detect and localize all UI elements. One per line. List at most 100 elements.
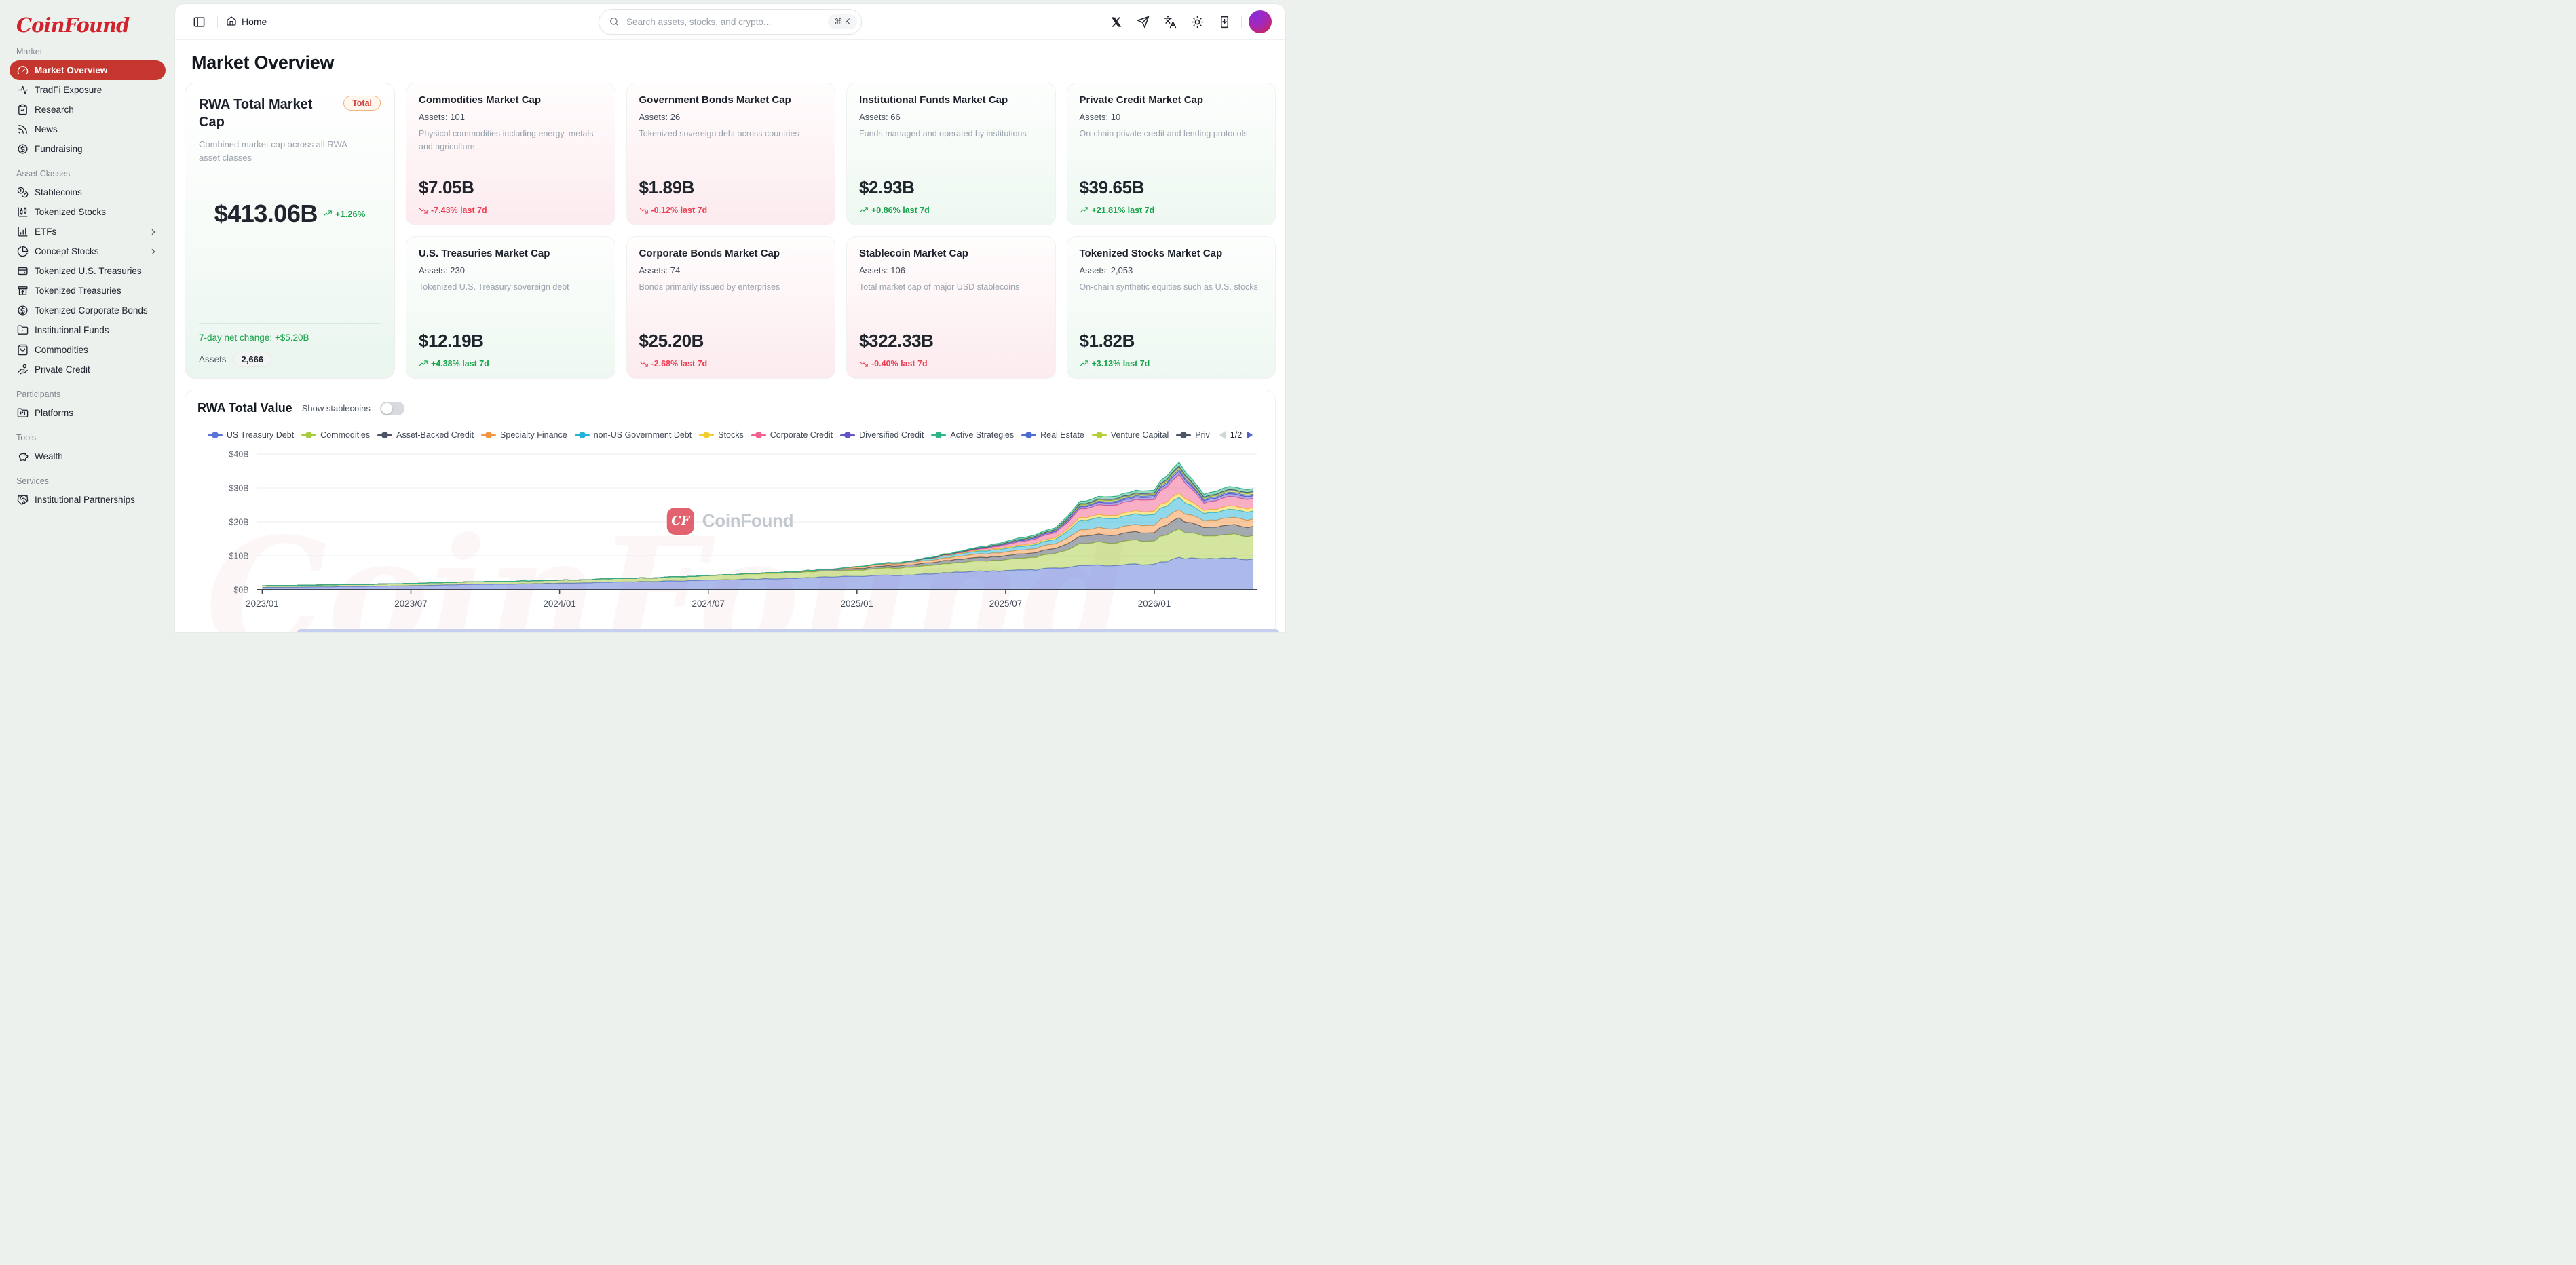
smartphone-download-button[interactable] — [1214, 12, 1234, 32]
trend-up-icon — [419, 359, 428, 369]
sidebar-item-institutional-partnerships[interactable]: Institutional Partnerships — [10, 490, 166, 510]
svg-text:2025/01: 2025/01 — [841, 599, 873, 609]
main-panel: Home ⌘ K Market Overview RWA Total Marke… — [175, 4, 1285, 632]
stat-card-u-s-treasuries-market-cap[interactable]: U.S. Treasuries Market CapAssets: 230Tok… — [406, 236, 615, 379]
stat-card-description: On-chain synthetic equities such as U.S.… — [1080, 281, 1264, 294]
stat-card-commodities-market-cap[interactable]: Commodities Market CapAssets: 101Physica… — [406, 83, 615, 225]
search-bar[interactable]: ⌘ K — [599, 9, 862, 35]
legend-item-non-us-government-debt[interactable]: non-US Government Debt — [575, 430, 692, 440]
piggy-bank-icon — [17, 451, 29, 462]
sidebar-item-stablecoins[interactable]: Stablecoins — [10, 183, 166, 202]
legend-item-real-estate[interactable]: Real Estate — [1021, 430, 1084, 440]
show-stablecoins-label: Show stablecoins — [302, 403, 371, 413]
chevron-right-icon — [149, 227, 158, 237]
show-stablecoins-toggle[interactable] — [380, 402, 404, 415]
svg-text:2025/07: 2025/07 — [989, 599, 1022, 609]
hero-card-change: +1.26% — [335, 209, 365, 219]
stat-card-change-text: -7.43% last 7d — [431, 206, 487, 215]
circle-dollar-icon — [17, 305, 29, 316]
stat-card-change-text: +3.13% last 7d — [1092, 359, 1150, 369]
legend-item-corporate-credit[interactable]: Corporate Credit — [751, 430, 833, 440]
stat-card-private-credit-market-cap[interactable]: Private Credit Market CapAssets: 10On-ch… — [1067, 83, 1276, 225]
trend-up-icon — [859, 206, 869, 215]
coins-icon — [17, 187, 29, 198]
circle-dollar-icon — [17, 143, 29, 155]
send-button[interactable] — [1133, 12, 1153, 32]
sidebar-item-news[interactable]: News — [10, 119, 166, 139]
sidebar-item-etfs[interactable]: ETFs — [10, 222, 166, 242]
topbar-divider — [217, 16, 218, 28]
sidebar-item-concept-stocks[interactable]: Concept Stocks — [10, 242, 166, 261]
sidebar-item-research[interactable]: Research — [10, 100, 166, 119]
legend-item-asset-backed-credit[interactable]: Asset-Backed Credit — [377, 430, 474, 440]
legend-item-specialty-finance[interactable]: Specialty Finance — [481, 430, 567, 440]
rwa-total-market-cap-card[interactable]: RWA Total Market Cap Total Combined mark… — [185, 83, 395, 379]
sidebar-item-label: Research — [35, 105, 74, 115]
hero-assets-label: Assets — [199, 354, 227, 364]
svg-text:$30B: $30B — [229, 483, 249, 493]
sidebar-item-tokenized-u-s-treasuries[interactable]: Tokenized U.S. Treasuries — [10, 261, 166, 281]
hero-card-title: RWA Total Market Cap — [199, 96, 321, 131]
stat-card-value: $39.65B — [1080, 177, 1264, 198]
languages-button[interactable] — [1160, 12, 1180, 32]
stacked-area-chart: $0B$10B$20B$30B$40B2023/012023/072024/01… — [197, 449, 1263, 620]
search-shortcut-badge: ⌘ K — [828, 14, 857, 29]
legend-prev-button[interactable] — [1219, 431, 1226, 439]
stat-card-institutional-funds-market-cap[interactable]: Institutional Funds Market CapAssets: 66… — [846, 83, 1056, 225]
stat-card-change: +0.86% last 7d — [859, 206, 1043, 215]
stat-card-change-text: +0.86% last 7d — [871, 206, 930, 215]
x-logo-button[interactable] — [1105, 12, 1126, 32]
horizontal-scrollbar[interactable] — [297, 629, 1279, 632]
breadcrumb-home[interactable]: Home — [226, 16, 267, 29]
legend-item-us-treasury-debt[interactable]: US Treasury Debt — [208, 430, 294, 440]
sidebar-item-tradfi-exposure[interactable]: TradFi Exposure — [10, 80, 166, 100]
shopping-bag-icon — [17, 344, 29, 356]
stat-card-change-text: -0.12% last 7d — [651, 206, 708, 215]
stat-card-description: Physical commodities including energy, m… — [419, 128, 603, 153]
legend-label: Priv — [1195, 430, 1210, 440]
sidebar-item-tokenized-treasuries[interactable]: Tokenized Treasuries — [10, 281, 166, 301]
legend-item-active-strategies[interactable]: Active Strategies — [931, 430, 1014, 440]
legend-next-button[interactable] — [1247, 431, 1253, 439]
candlestick-icon — [17, 206, 29, 218]
page-title: Market Overview — [191, 52, 1269, 73]
legend-item-stocks[interactable]: Stocks — [699, 430, 744, 440]
sidebar-item-institutional-funds[interactable]: Institutional Funds — [10, 320, 166, 340]
user-avatar[interactable] — [1249, 10, 1272, 33]
stat-card-tokenized-stocks-market-cap[interactable]: Tokenized Stocks Market CapAssets: 2,053… — [1067, 236, 1276, 379]
legend-item-diversified-credit[interactable]: Diversified Credit — [840, 430, 924, 440]
sidebar-item-tokenized-corporate-bonds[interactable]: Tokenized Corporate Bonds — [10, 301, 166, 320]
coinfound-logo[interactable]: CoinFound — [16, 14, 166, 37]
clipboard-check-icon — [17, 104, 29, 115]
svg-text:$0B: $0B — [233, 585, 248, 594]
legend-item-venture-capital[interactable]: Venture Capital — [1092, 430, 1169, 440]
sidebar-item-fundraising[interactable]: Fundraising — [10, 139, 166, 159]
gauge-icon — [17, 64, 29, 76]
legend-label: Diversified Credit — [859, 430, 924, 440]
legend-marker — [1092, 432, 1107, 438]
sidebar-toggle-button[interactable] — [189, 12, 209, 32]
sidebar-item-label: Wealth — [35, 451, 63, 461]
stat-card-corporate-bonds-market-cap[interactable]: Corporate Bonds Market CapAssets: 74Bond… — [626, 236, 836, 379]
pie-chart-icon — [17, 246, 29, 257]
legend-item-commodities[interactable]: Commodities — [301, 430, 370, 440]
hand-coins-icon — [17, 364, 29, 375]
stat-card-assets: Assets: 230 — [419, 265, 603, 276]
sun-button[interactable] — [1187, 12, 1207, 32]
topbar-actions — [1105, 10, 1272, 33]
search-input[interactable] — [625, 16, 822, 28]
sidebar-item-tokenized-stocks[interactable]: Tokenized Stocks — [10, 202, 166, 222]
sidebar-item-commodities[interactable]: Commodities — [10, 340, 166, 360]
sidebar-item-wealth[interactable]: Wealth — [10, 447, 166, 466]
svg-text:2024/01: 2024/01 — [543, 599, 575, 609]
sidebar-item-label: Commodities — [35, 345, 88, 355]
legend-label: Commodities — [320, 430, 370, 440]
stat-card-change-text: -0.40% last 7d — [871, 359, 928, 369]
trend-up-icon — [1080, 359, 1089, 369]
sidebar-item-platforms[interactable]: Platforms — [10, 403, 166, 423]
stat-card-stablecoin-market-cap[interactable]: Stablecoin Market CapAssets: 106Total ma… — [846, 236, 1056, 379]
legend-item-priv[interactable]: Priv — [1176, 430, 1210, 440]
sidebar-item-market-overview[interactable]: Market Overview — [10, 60, 166, 80]
stat-card-government-bonds-market-cap[interactable]: Government Bonds Market CapAssets: 26Tok… — [626, 83, 836, 225]
sidebar-item-private-credit[interactable]: Private Credit — [10, 360, 166, 379]
